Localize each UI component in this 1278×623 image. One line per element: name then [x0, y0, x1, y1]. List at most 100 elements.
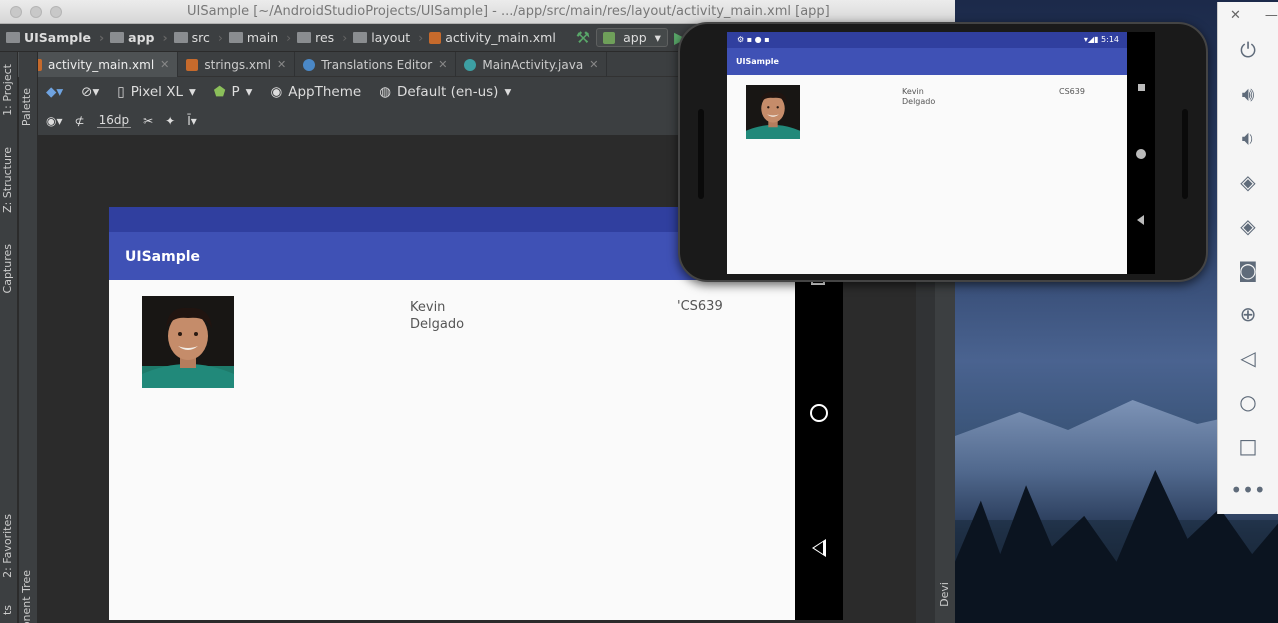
back-triangle-icon — [812, 539, 826, 557]
breadcrumb-file[interactable]: activity_main.xml — [429, 30, 562, 45]
close-icon[interactable]: ✕ — [1230, 8, 1241, 23]
profile-photo[interactable] — [746, 85, 800, 139]
rotate-right-icon[interactable]: ◈ — [1235, 213, 1261, 239]
java-class-icon — [464, 58, 477, 71]
emulator-app-title: UISample — [736, 57, 779, 66]
xml-file-icon — [429, 31, 442, 44]
recents-icon[interactable] — [1138, 84, 1145, 91]
default-margin-field[interactable]: 16dp — [96, 113, 132, 128]
rotate-left-icon[interactable]: ◈ — [1235, 169, 1261, 195]
tab-label: activity_main.xml — [48, 57, 155, 72]
theme-select[interactable]: ◉ AppTheme — [270, 84, 361, 100]
tool-tab-label: 1: Project — [1, 64, 14, 116]
tool-tab-label: Devi — [938, 582, 951, 607]
tool-tab-label: Captures — [1, 244, 14, 294]
tab-translations-editor[interactable]: Translations Editor ✕ — [295, 52, 457, 77]
infer-constraints-icon[interactable]: ✦ — [165, 114, 175, 128]
folder-icon — [110, 32, 125, 43]
close-window-button[interactable] — [10, 6, 22, 18]
device-explorer-tool-tab[interactable]: Devi — [938, 582, 951, 607]
api-level-select[interactable]: ⬟ P ▾ — [214, 84, 253, 100]
volume-up-icon[interactable]: 🔊︎ — [1235, 81, 1261, 107]
preview-content: Kevin Delgado 'CS639 — [109, 280, 795, 620]
overview-icon[interactable]: □ — [1235, 433, 1261, 459]
folder-icon — [6, 32, 20, 43]
clear-constraints-icon[interactable]: ✂ — [143, 114, 153, 128]
emulator-content: Kevin Delgado CS639 — [727, 75, 1127, 274]
captures-tool-tab[interactable]: Captures — [1, 244, 14, 293]
run-configuration-select[interactable]: app ▾ — [596, 28, 668, 47]
component-tree-tool-tab[interactable]: onent Tree — [20, 570, 33, 623]
structure-tool-tab[interactable]: Z: Structure — [1, 147, 14, 213]
xml-file-icon — [186, 58, 199, 71]
close-tab-icon[interactable]: ✕ — [438, 58, 447, 71]
project-tool-tab[interactable]: 1: Project — [1, 64, 14, 116]
home-circle-icon — [810, 404, 828, 422]
android-module-icon — [603, 31, 616, 44]
folder-icon — [173, 32, 188, 43]
breadcrumb-label: res — [315, 30, 335, 45]
palette-tool-strip: Palette onent Tree — [19, 52, 38, 623]
breadcrumb-res[interactable]: res › — [297, 30, 353, 45]
close-tab-icon[interactable]: ✕ — [277, 58, 286, 71]
zoom-icon[interactable]: ⊕ — [1235, 301, 1261, 327]
tab-activity-main-xml[interactable]: activity_main.xml ✕ — [18, 52, 179, 77]
close-tab-icon[interactable]: ✕ — [160, 58, 169, 71]
back-icon[interactable]: ◁ — [1235, 345, 1261, 371]
breadcrumb-label: UISample — [24, 30, 91, 45]
window-titlebar: UISample [~/AndroidStudioProjects/UISamp… — [0, 0, 955, 24]
close-tab-icon[interactable]: ✕ — [589, 58, 598, 71]
breadcrumb-label: layout — [371, 30, 411, 45]
minimize-icon[interactable]: — — [1265, 8, 1278, 23]
emulator-screen[interactable]: ⚙ ▪ ● ▪ ▾◢▮ 5:14 UISample Kevin Delgado … — [727, 32, 1127, 274]
phone-icon: ▯ — [117, 83, 125, 100]
breadcrumb-main[interactable]: main › — [228, 30, 297, 45]
tab-mainactivity-java[interactable]: MainActivity.java ✕ — [456, 52, 608, 77]
palette-tool-tab[interactable]: Palette — [20, 88, 33, 126]
home-icon[interactable]: ○ — [1235, 389, 1261, 415]
locale-select[interactable]: ◍ Default (en-us) ▾ — [379, 84, 511, 100]
power-icon[interactable]: ⏻ — [1235, 37, 1261, 63]
more-icon[interactable]: ••• — [1230, 477, 1265, 503]
camera-icon[interactable]: ◙ — [1235, 257, 1261, 283]
android-icon: ⬟ — [213, 83, 226, 100]
device-select[interactable]: ▯ Pixel XL ▾ — [117, 84, 196, 100]
chevron-right-icon: › — [162, 30, 168, 45]
course-text: 'CS639 — [677, 299, 723, 314]
build-variants-tool-tab[interactable]: ts — [1, 605, 14, 615]
notification-icons: ⚙ ▪ ● ▪ — [737, 35, 770, 44]
back-triangle-icon[interactable] — [1137, 215, 1144, 225]
breadcrumb-project[interactable]: UISample › — [6, 30, 110, 45]
dropdown-arrow-icon: ▾ — [245, 83, 253, 100]
breadcrumb-layout[interactable]: layout › — [353, 30, 429, 45]
maximize-window-button[interactable] — [50, 6, 62, 18]
panel-window-controls: ✕ — — [1230, 8, 1278, 23]
orientation-icon[interactable]: ⊘▾ — [81, 84, 99, 100]
folder-icon — [228, 32, 243, 43]
dropdown-arrow-icon: ▾ — [189, 83, 196, 100]
speaker-grill — [1182, 109, 1188, 199]
alignment-icon[interactable]: Ī▾ — [187, 114, 197, 128]
name-text: Kevin Delgado — [410, 300, 465, 332]
breadcrumb-app[interactable]: app › — [110, 30, 174, 45]
breadcrumb-label: main — [246, 30, 279, 45]
home-circle-icon[interactable] — [1136, 149, 1146, 159]
emulator-navigation-bar — [1127, 32, 1155, 274]
emulator-device: ⚙ ▪ ● ▪ ▾◢▮ 5:14 UISample Kevin Delgado … — [678, 22, 1208, 282]
tab-strings-xml[interactable]: strings.xml ✕ — [178, 52, 296, 77]
favorites-tool-tab[interactable]: 2: Favorites — [1, 514, 14, 578]
volume-down-icon[interactable]: 🔉︎ — [1235, 125, 1261, 151]
layers-icon[interactable]: ◆▾ — [46, 84, 63, 100]
eye-icon[interactable]: ◉▾ — [46, 114, 63, 128]
emulator-app-bar: UISample — [727, 48, 1127, 75]
autoconnect-off-icon[interactable]: ⊄ — [75, 114, 85, 128]
build-hammer-icon[interactable]: ⚒ — [576, 28, 590, 47]
minimize-window-button[interactable] — [30, 6, 42, 18]
dropdown-arrow-icon: ▾ — [504, 83, 512, 100]
status-time: 5:14 — [1101, 35, 1119, 44]
chevron-right-icon: › — [217, 30, 223, 45]
tool-tab-label: ts — [1, 605, 14, 616]
breadcrumb-src[interactable]: src › — [173, 30, 229, 45]
profile-photo[interactable] — [142, 296, 234, 388]
folder-icon — [297, 32, 312, 43]
